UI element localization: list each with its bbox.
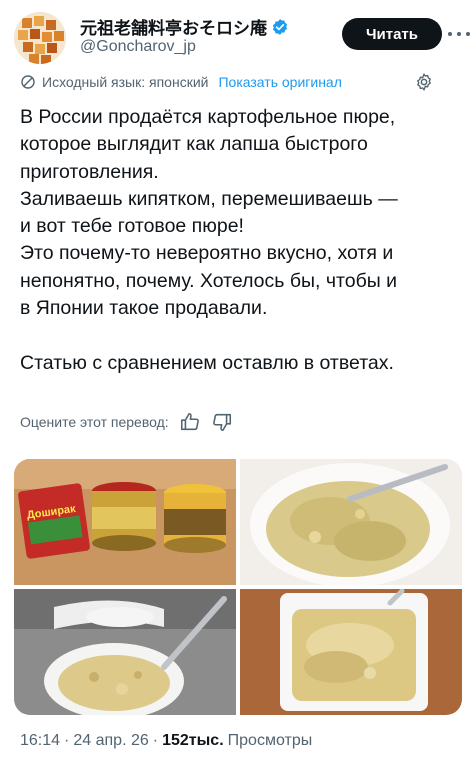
tweet-text: В России продаётся картофельное пюре, ко…	[20, 104, 465, 377]
rate-translation-row: Оцените этот перевод:	[20, 410, 233, 434]
photo-grid: Доширак	[14, 459, 462, 715]
tweet-time[interactable]: 16:14	[20, 732, 60, 750]
tweet-line: Статью с сравнением оставлю в ответах.	[20, 351, 394, 374]
tweet-line: Заливаешь кипятком, перемешиваешь —	[20, 187, 398, 210]
photo-mashed-container[interactable]	[240, 589, 462, 715]
tweet-date[interactable]: 24 апр. 26	[73, 732, 148, 750]
tweet-line: в Японии такое продавали.	[20, 297, 268, 320]
tweet-line: непонятно, почему. Хотелось бы, чтобы и	[20, 269, 398, 292]
author-handle[interactable]: @Goncharov_jp	[80, 38, 196, 56]
thumbs-down-icon[interactable]	[211, 411, 233, 433]
translation-source-label: Исходный язык: японский	[42, 74, 209, 90]
views-count: 152тыс.	[162, 732, 224, 749]
tweet-line: Это почему-то невероятно вкусно, хотя и	[20, 242, 394, 265]
rate-translation-label: Оцените этот перевод:	[20, 414, 169, 430]
photo-dry-flakes[interactable]	[14, 589, 236, 715]
verified-badge-icon	[271, 18, 289, 36]
photo-packages[interactable]: Доширак	[14, 459, 236, 585]
follow-button[interactable]: Читать	[342, 18, 442, 50]
tweet-line: приготовления.	[20, 160, 159, 183]
thumbs-up-icon[interactable]	[179, 411, 201, 433]
tweet-line: и вот тебе готовое пюре!	[20, 215, 244, 238]
translate-icon	[21, 75, 35, 89]
meta-separator: ·	[152, 732, 159, 749]
author-display-name[interactable]: 元祖老舗料亭おそロシ庵	[80, 14, 267, 39]
more-dots-icon[interactable]	[448, 24, 470, 44]
author-name-row: 元祖老舗料亭おそロシ庵	[80, 14, 289, 39]
views-label: Просмотры	[227, 732, 313, 749]
meta-separator: ·	[64, 732, 70, 749]
tweet-line: В России продаётся картофельное пюре,	[20, 106, 396, 128]
avatar[interactable]	[14, 12, 66, 64]
tweet-meta: 16:14 · 24 апр. 26 · 152тыс. Просмотры	[20, 732, 312, 750]
gear-icon[interactable]	[414, 72, 434, 92]
tweet-header: 元祖老舗料亭おそロシ庵 @Goncharov_jp Читать	[0, 0, 475, 64]
translation-notice: Исходный язык: японский Показать оригина…	[20, 71, 342, 93]
tweet-line: которое выглядит как лапша быстрого	[20, 133, 368, 156]
photo-mashed-cup[interactable]	[240, 459, 462, 585]
show-original-link[interactable]: Показать оригинал	[218, 74, 341, 90]
